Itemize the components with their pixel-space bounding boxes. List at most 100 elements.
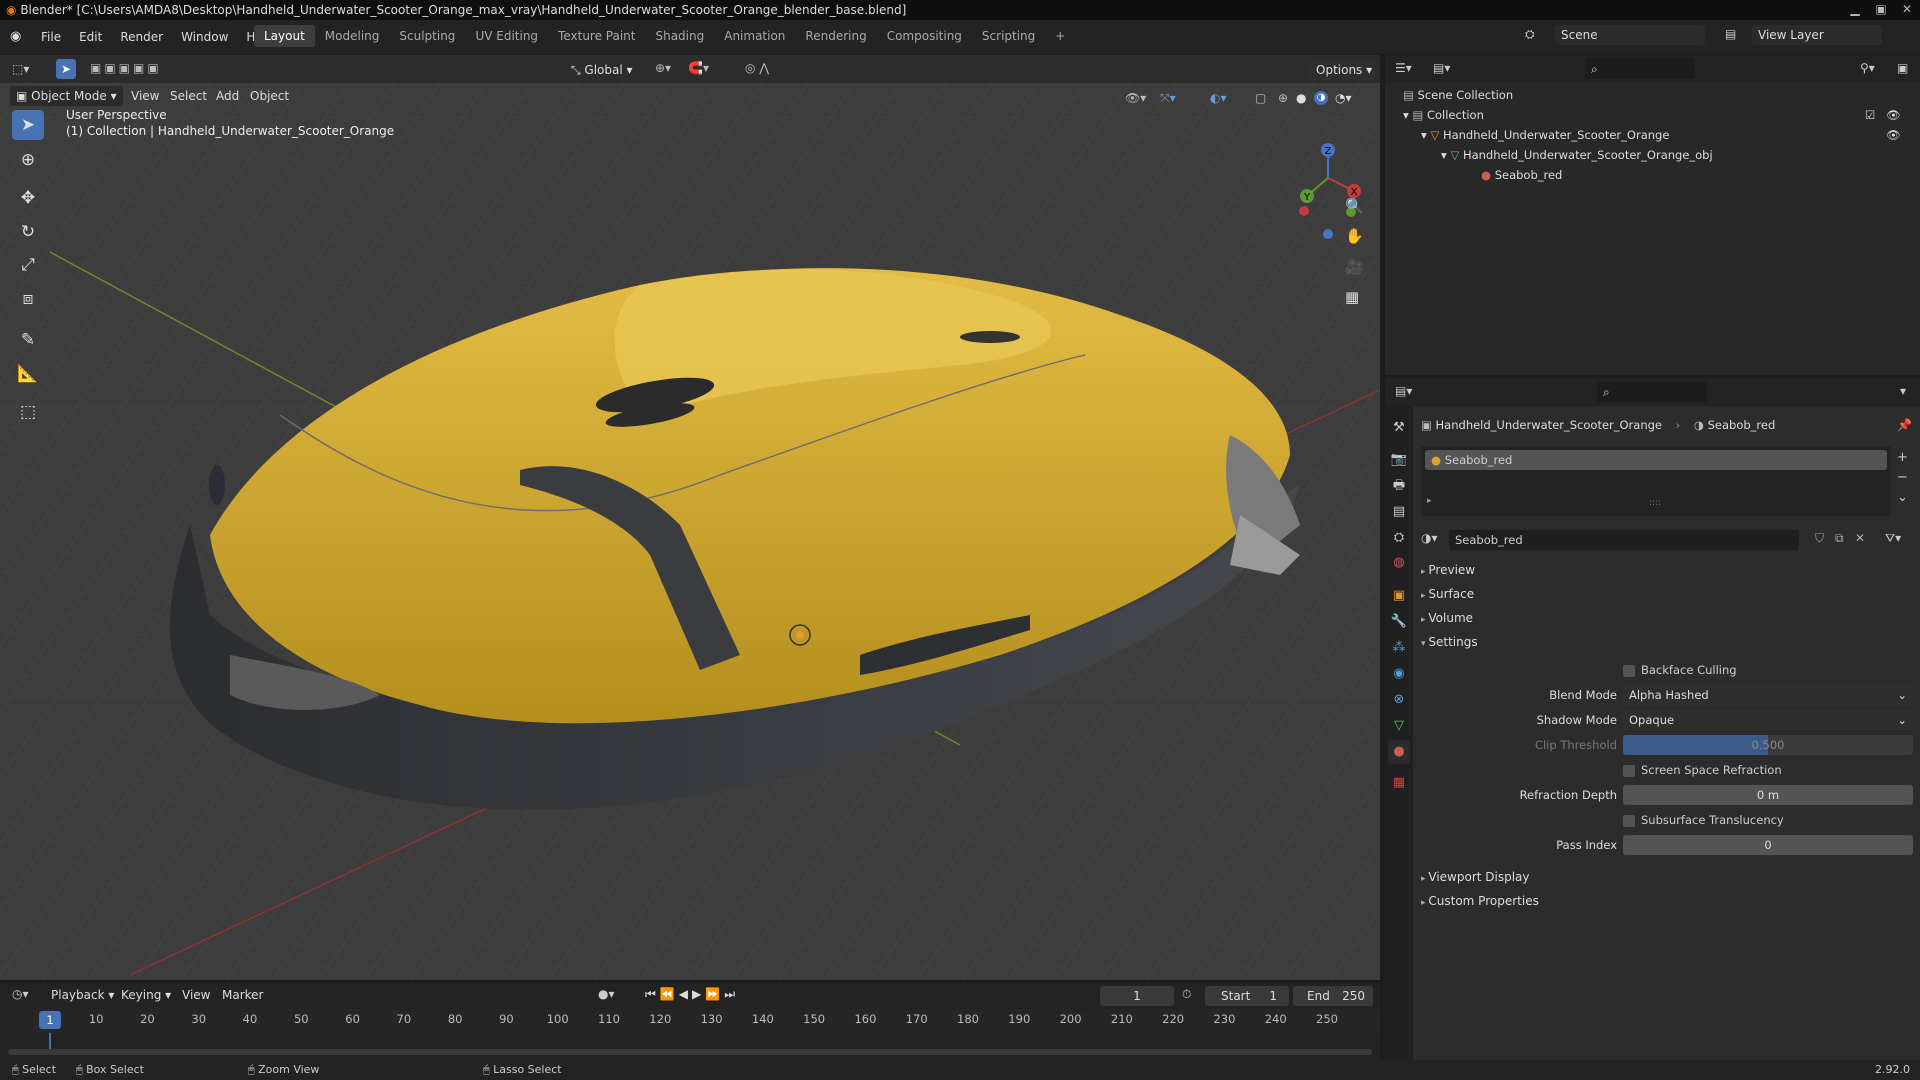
- object-tab-icon[interactable]: ▣: [1388, 584, 1410, 608]
- tab-texture-paint[interactable]: Texture Paint: [548, 25, 645, 47]
- maximize-icon[interactable]: ▣: [1868, 0, 1894, 20]
- rotate-tool-icon[interactable]: ↻: [12, 217, 44, 247]
- shading-rendered-icon[interactable]: ◔▾: [1335, 91, 1352, 105]
- section-surface[interactable]: ▸ Surface: [1421, 584, 1474, 604]
- section-custom-properties[interactable]: ▸ Custom Properties: [1421, 891, 1539, 911]
- scene-icon[interactable]: ⛭: [1525, 27, 1535, 42]
- menu-edit[interactable]: Edit: [70, 28, 111, 46]
- world-tab-icon[interactable]: ◍: [1388, 551, 1410, 575]
- record-icon[interactable]: ●▾: [598, 987, 615, 1001]
- xray-icon[interactable]: ▢: [1255, 91, 1266, 105]
- backface-culling-checkbox[interactable]: Backface Culling: [1623, 660, 1737, 680]
- menu-render[interactable]: Render: [111, 28, 172, 46]
- pass-index-field[interactable]: 0: [1623, 835, 1913, 855]
- visibility-eye-icon[interactable]: 👁: [1886, 105, 1901, 125]
- fake-user-icon[interactable]: ⛉: [1815, 531, 1824, 546]
- options-button[interactable]: Options ▾: [1310, 60, 1379, 80]
- mode-selector[interactable]: ▣ Object Mode ▾: [10, 86, 123, 106]
- timeline-menu-playback[interactable]: Playback ▾: [45, 985, 120, 1005]
- display-mode-icon[interactable]: ▤▾: [1433, 61, 1450, 75]
- tab-animation[interactable]: Animation: [714, 25, 795, 47]
- close-icon[interactable]: ✕: [1894, 0, 1920, 20]
- outliner-row-mesh[interactable]: ▾ ▽ Handheld_Underwater_Scooter_Orange_o…: [1441, 145, 1911, 165]
- tab-layout[interactable]: Layout: [254, 25, 315, 47]
- add-slot-icon[interactable]: +: [1897, 448, 1908, 468]
- pivot-icon[interactable]: ⊕▾: [655, 61, 671, 75]
- section-preview[interactable]: ▸ Preview: [1421, 560, 1475, 580]
- section-settings[interactable]: ▾ Settings: [1421, 632, 1478, 652]
- shadow-mode-dropdown[interactable]: Opaque ⌄: [1623, 710, 1913, 730]
- shading-wireframe-icon[interactable]: ⊕: [1278, 91, 1288, 105]
- material-browse-icon[interactable]: ◑▾: [1421, 531, 1438, 545]
- outliner-row-object[interactable]: ▾ ▽ Handheld_Underwater_Scooter_Orange 👁: [1421, 125, 1913, 145]
- output-tab-icon[interactable]: 🖶: [1388, 474, 1410, 498]
- tab-sculpting[interactable]: Sculpting: [389, 25, 465, 47]
- constraints-tab-icon[interactable]: ⊗: [1388, 688, 1410, 712]
- timeline-menu-view[interactable]: View: [176, 985, 216, 1005]
- play-reverse-icon[interactable]: ◀: [679, 987, 692, 1001]
- tab-modeling[interactable]: Modeling: [315, 25, 390, 47]
- current-frame-field[interactable]: 1: [1100, 986, 1174, 1006]
- measure-tool-icon[interactable]: 📐: [12, 359, 44, 389]
- viewport-menu-add[interactable]: Add: [210, 86, 245, 106]
- view-layer-tab-icon[interactable]: ▤: [1388, 500, 1410, 524]
- proportional-edit-icon[interactable]: ◎ ⋀: [745, 61, 769, 75]
- refraction-depth-field[interactable]: 0 m: [1623, 785, 1913, 805]
- add-cube-tool-icon[interactable]: ⬚: [12, 397, 44, 427]
- jump-start-icon[interactable]: ⏮: [645, 987, 660, 1001]
- selection-mode-icons[interactable]: ▣▣▣▣▣: [90, 61, 162, 75]
- move-tool-icon[interactable]: ✥: [12, 183, 44, 213]
- transform-tool-icon[interactable]: ⧈: [12, 284, 44, 314]
- outliner-search-input[interactable]: ⌕: [1585, 59, 1695, 79]
- add-workspace-button[interactable]: +: [1045, 25, 1075, 47]
- pin-icon[interactable]: 📌: [1897, 418, 1912, 432]
- start-frame-field[interactable]: Start 1: [1205, 986, 1289, 1006]
- data-tab-icon[interactable]: ▽: [1388, 714, 1410, 738]
- shading-solid-icon[interactable]: ●: [1296, 91, 1306, 105]
- shading-material-icon[interactable]: ◑: [1314, 91, 1328, 105]
- select-tool-icon[interactable]: ➤: [56, 59, 76, 79]
- physics-tab-icon[interactable]: ◉: [1388, 662, 1410, 686]
- modifier-tab-icon[interactable]: 🔧: [1388, 610, 1410, 634]
- menu-file[interactable]: File: [32, 28, 70, 46]
- view-layer-icon[interactable]: ▤: [1725, 27, 1736, 41]
- scene-tab-icon[interactable]: ⛭: [1388, 526, 1410, 550]
- render-tab-icon[interactable]: 📷: [1388, 448, 1410, 472]
- tab-compositing[interactable]: Compositing: [877, 25, 972, 47]
- material-slot-item[interactable]: ● Seabob_red: [1425, 450, 1887, 470]
- screen-space-refraction-checkbox[interactable]: Screen Space Refraction: [1623, 760, 1782, 780]
- blend-mode-dropdown[interactable]: Alpha Hashed ⌄: [1623, 685, 1913, 705]
- next-keyframe-icon[interactable]: ⏩: [705, 987, 724, 1001]
- stopwatch-icon[interactable]: ⏱: [1182, 987, 1191, 1002]
- filter-icon[interactable]: ⚲▾: [1860, 61, 1875, 75]
- cursor-tool-icon[interactable]: ⊕: [12, 145, 44, 175]
- minimize-icon[interactable]: ▁: [1842, 0, 1868, 20]
- subsurface-translucency-checkbox[interactable]: Subsurface Translucency: [1623, 810, 1784, 830]
- blender-menu-icon[interactable]: ◉: [10, 29, 21, 44]
- annotate-tool-icon[interactable]: ✎: [12, 325, 44, 355]
- tab-shading[interactable]: Shading: [645, 25, 714, 47]
- view-layer-selector[interactable]: View Layer: [1752, 25, 1882, 45]
- remove-slot-icon[interactable]: −: [1897, 468, 1908, 488]
- particles-tab-icon[interactable]: ⁂: [1388, 636, 1410, 660]
- new-collection-icon[interactable]: ▣: [1897, 61, 1908, 75]
- material-tab-icon[interactable]: ●: [1388, 740, 1410, 764]
- properties-editor-icon[interactable]: ▤▾: [1395, 384, 1412, 398]
- ortho-grid-icon[interactable]: ▦: [1345, 288, 1359, 306]
- editor-type-icon[interactable]: ⬚▾: [12, 62, 29, 76]
- play-icon[interactable]: ▶: [692, 987, 705, 1001]
- pan-hand-icon[interactable]: ✋: [1345, 227, 1364, 245]
- overlay-toggle-icon[interactable]: ◐▾: [1210, 91, 1227, 105]
- snap-icon[interactable]: 🧲▾: [688, 61, 709, 75]
- visibility-eye-icon[interactable]: 👁: [1886, 125, 1901, 145]
- playhead-indicator[interactable]: 1: [39, 1011, 61, 1029]
- 3d-viewport[interactable]: ⬚▾ ➤ ▣▣▣▣▣ ⤡ Global ▾ ⊕▾ 🧲▾ ◎ ⋀ Options …: [0, 55, 1380, 980]
- gizmo-toggle-icon[interactable]: ⤧▾: [1160, 91, 1176, 106]
- material-name-field[interactable]: Seabob_red: [1449, 530, 1799, 550]
- orientation-selector[interactable]: ⤡ Global ▾: [565, 60, 639, 80]
- outliner-editor-icon[interactable]: ☰▾: [1395, 61, 1412, 75]
- tab-uv-editing[interactable]: UV Editing: [465, 25, 548, 47]
- section-viewport-display[interactable]: ▸ Viewport Display: [1421, 867, 1530, 887]
- duplicate-material-icon[interactable]: ⧉: [1835, 531, 1844, 546]
- viewport-scene[interactable]: [0, 55, 1380, 980]
